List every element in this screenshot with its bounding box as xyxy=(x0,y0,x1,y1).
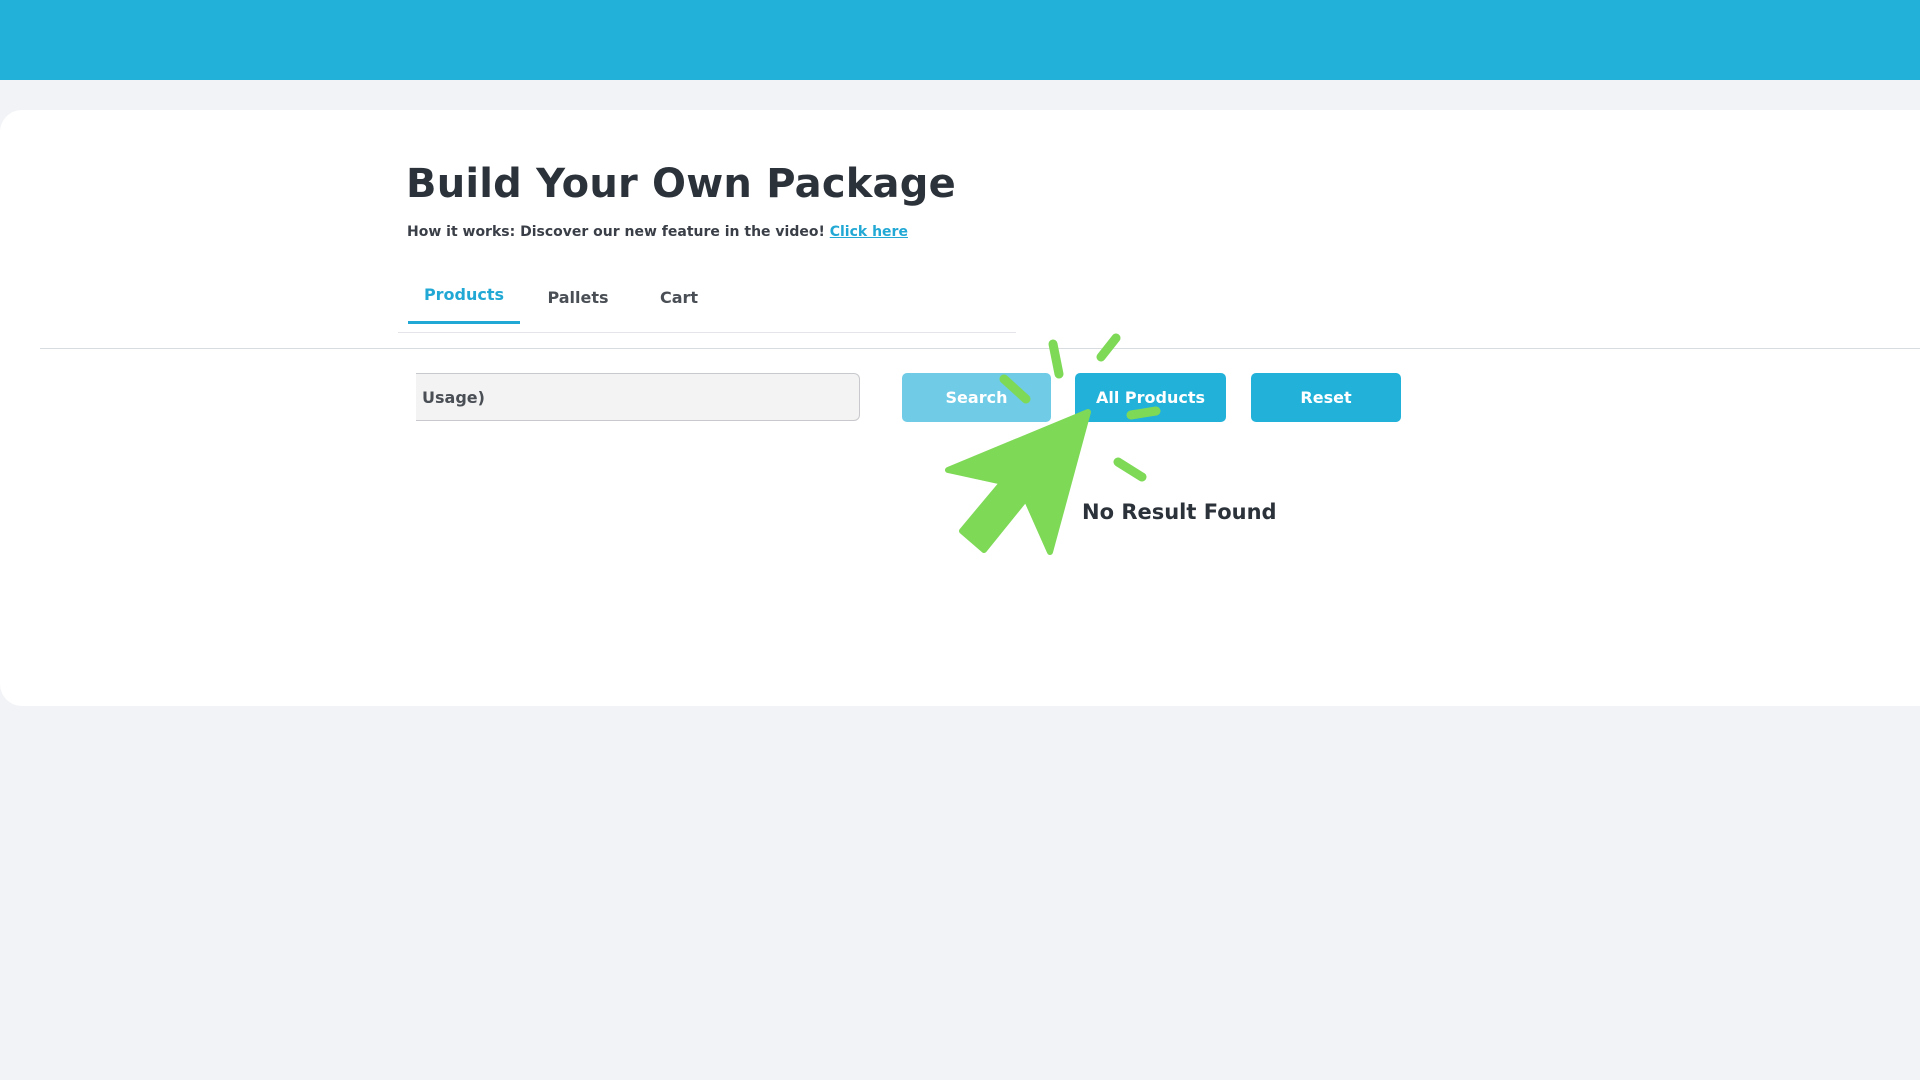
page-title: Build Your Own Package xyxy=(406,161,956,207)
no-result-message: No Result Found xyxy=(1082,500,1277,524)
section-divider xyxy=(40,348,1920,349)
search-button[interactable]: Search xyxy=(902,373,1051,422)
click-here-link[interactable]: Click here xyxy=(830,224,908,240)
tab-products[interactable]: Products xyxy=(408,267,520,324)
howto-text: How it works: Discover our new feature i… xyxy=(407,224,908,240)
top-header-bar xyxy=(0,0,1920,80)
search-input[interactable] xyxy=(416,373,860,421)
all-products-button[interactable]: All Products xyxy=(1075,373,1226,422)
howto-label: How it works: Discover our new feature i… xyxy=(407,224,830,240)
tab-pallets[interactable]: Pallets xyxy=(528,270,628,324)
reset-button[interactable]: Reset xyxy=(1251,373,1401,422)
tab-bar: Products Pallets Cart xyxy=(398,270,1016,333)
tab-cart[interactable]: Cart xyxy=(634,270,724,324)
